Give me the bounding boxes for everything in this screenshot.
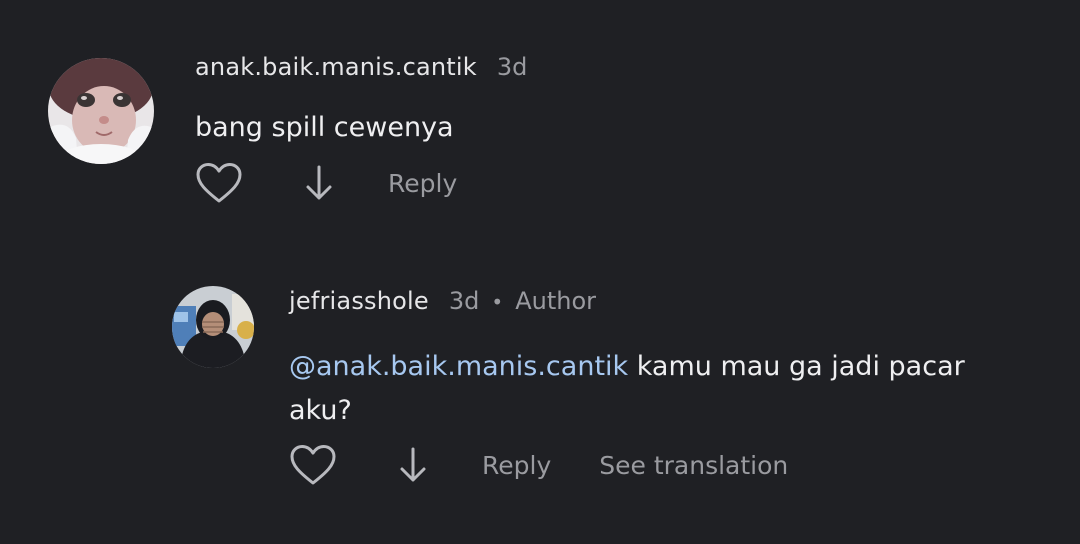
comment-text: bang spill cewenya [195,112,454,143]
timestamp: 3d [496,53,528,81]
username[interactable]: jefriasshole [289,287,429,315]
comment-text: @anak.baik.manis.cantik kamu mau ga jadi… [289,345,1049,433]
comment-meta: jefriasshole 3d • Author [289,287,596,315]
avatar[interactable] [172,286,254,368]
arrow-down-icon[interactable] [304,160,334,206]
separator-dot: • [491,290,504,314]
reply-button[interactable]: Reply [482,451,551,480]
heart-icon[interactable] [288,442,338,488]
username[interactable]: anak.baik.manis.cantik [195,53,477,81]
comment-text-body: kamu mau ga jadi pacar [628,351,965,382]
user-mention[interactable]: @anak.baik.manis.cantik [289,351,628,382]
author-badge: Author [515,287,596,315]
comment-actions: Reply See translation [288,442,788,488]
comment-actions: Reply [194,160,457,206]
comment-text-line: aku? [289,395,352,426]
comment-meta: anak.baik.manis.cantik 3d [195,53,527,81]
comment-text-line: @anak.baik.manis.cantik kamu mau ga jadi… [289,345,1049,389]
timestamp: 3d [448,287,480,315]
arrow-down-icon[interactable] [398,442,428,488]
see-translation-button[interactable]: See translation [599,451,788,480]
comment: anak.baik.manis.cantik 3d bang spill cew… [0,0,1080,230]
reply-button[interactable]: Reply [388,169,457,198]
avatar[interactable] [48,58,154,164]
heart-icon[interactable] [194,160,244,206]
reply-comment: jefriasshole 3d • Author @anak.baik.mani… [0,270,1080,544]
